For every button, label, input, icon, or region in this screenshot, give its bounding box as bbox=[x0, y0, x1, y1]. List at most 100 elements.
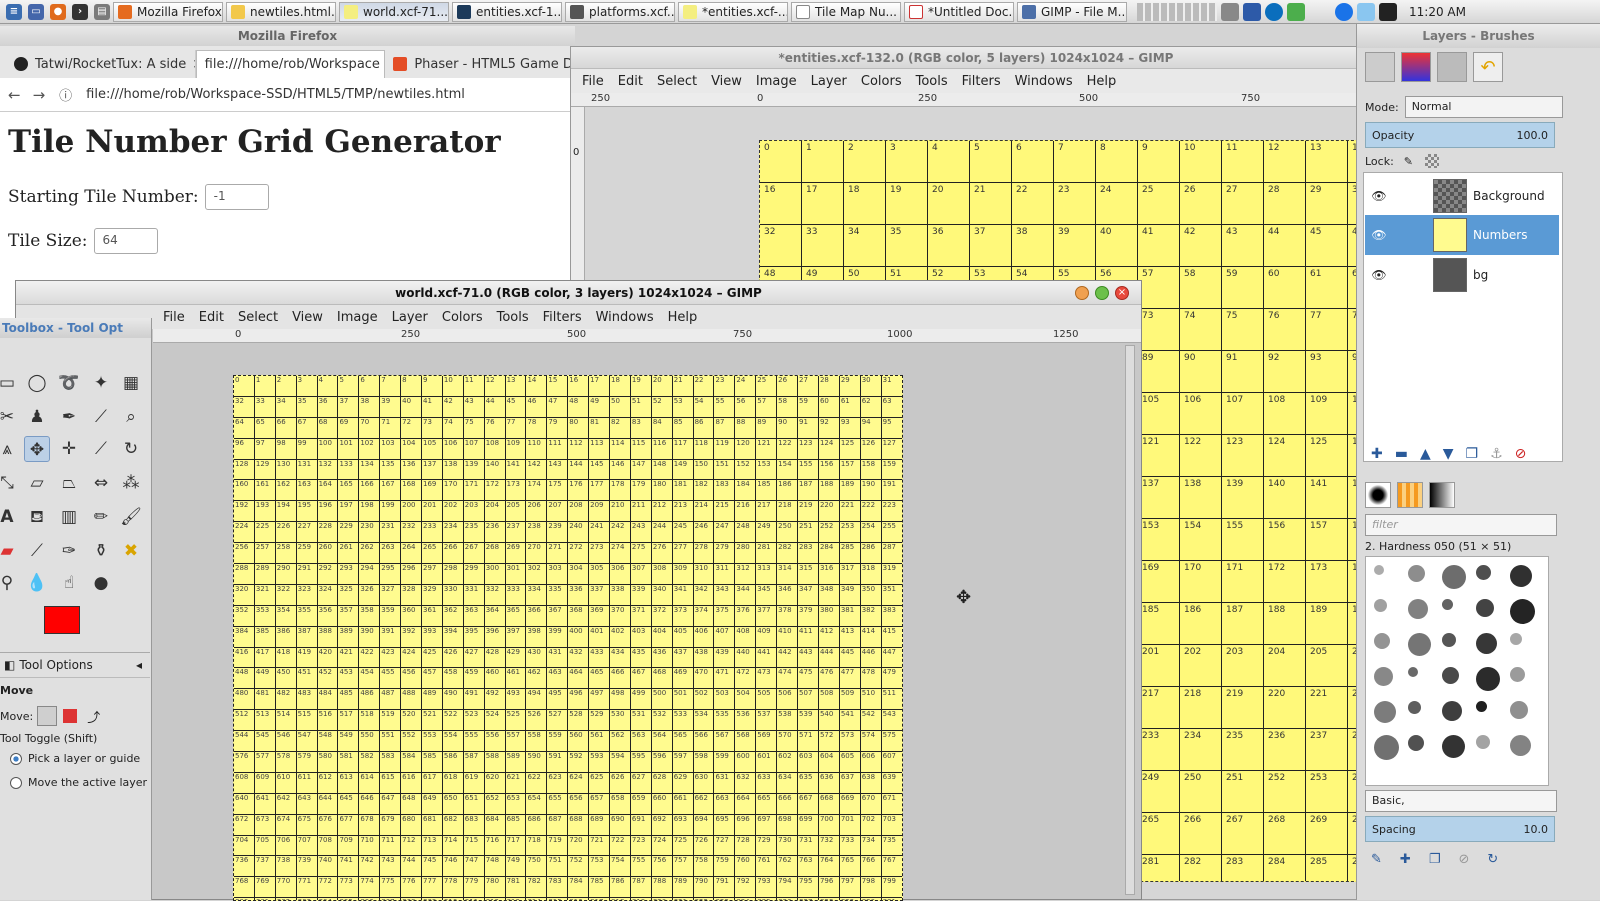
brush-thumbnail[interactable] bbox=[1510, 599, 1535, 624]
rotate-icon[interactable]: ↻ bbox=[118, 436, 144, 462]
clone-icon[interactable]: ⚱ bbox=[88, 538, 114, 564]
tool-options-tab[interactable]: ◧ Tool Options ◂ bbox=[0, 652, 150, 678]
fuzzy-select-icon[interactable]: ✦ bbox=[88, 370, 114, 396]
paths-tab-icon[interactable] bbox=[1437, 52, 1467, 82]
zoom-icon[interactable]: ⌕ bbox=[118, 404, 144, 430]
menu-icon[interactable]: ≡ bbox=[6, 3, 22, 20]
brush-thumbnail[interactable] bbox=[1510, 633, 1522, 645]
raise-layer-icon[interactable]: ▲ bbox=[1420, 446, 1431, 462]
brush-thumbnail[interactable] bbox=[1374, 667, 1393, 686]
move-layer-icon[interactable] bbox=[37, 706, 58, 726]
menu-view[interactable]: View bbox=[711, 74, 742, 89]
menu-file[interactable]: File bbox=[582, 74, 604, 89]
scale-icon[interactable]: ⤡ bbox=[0, 470, 20, 496]
dodge-burn-icon[interactable]: ● bbox=[88, 570, 114, 596]
lock-pixels-icon[interactable]: ✎ bbox=[1404, 155, 1413, 168]
brushes-tab-icon[interactable] bbox=[1365, 482, 1391, 508]
edit-brush-icon[interactable]: ✎ bbox=[1371, 852, 1382, 867]
tab-newtiles[interactable]: file:///home/rob/Workspace× bbox=[195, 50, 386, 78]
world-canvas[interactable]: 0 1 2 3 4 5 6 7 8 9 10 11 12 13 14 15 16 17 18 19 20 21 22 23 24… bbox=[233, 375, 903, 901]
brush-thumbnail[interactable] bbox=[1442, 701, 1462, 721]
layer-bg[interactable]: 👁 bg bbox=[1365, 255, 1559, 295]
layers-tab-icon[interactable] bbox=[1365, 52, 1395, 82]
airbrush-icon[interactable]: ⟋ bbox=[24, 538, 50, 564]
start-number-input[interactable]: -1 bbox=[204, 184, 269, 210]
brush-thumbnail[interactable] bbox=[1476, 667, 1500, 691]
menu-select[interactable]: Select bbox=[657, 74, 697, 89]
patterns-tab-icon[interactable] bbox=[1397, 482, 1423, 508]
workspace-pager[interactable] bbox=[1137, 2, 1217, 21]
brush-filter-input[interactable]: filter bbox=[1365, 514, 1557, 536]
layer-background[interactable]: 👁 Background bbox=[1365, 176, 1559, 216]
bucket-fill-icon[interactable]: ⛾ bbox=[24, 504, 50, 530]
crop-icon[interactable]: ⟋ bbox=[88, 436, 114, 462]
anchor-icon[interactable]: ⚓ bbox=[1490, 446, 1503, 462]
brush-thumbnail[interactable] bbox=[1374, 735, 1399, 760]
brush-thumbnail[interactable] bbox=[1510, 735, 1531, 756]
menu-layer[interactable]: Layer bbox=[392, 310, 428, 325]
menu-image[interactable]: Image bbox=[337, 310, 378, 325]
eraser-icon[interactable]: ▰ bbox=[0, 538, 20, 564]
smudge-icon[interactable]: ☝ bbox=[56, 570, 82, 596]
duplicate-layer-icon[interactable]: ❐ bbox=[1466, 446, 1479, 462]
brush-preset-select[interactable]: Basic, bbox=[1365, 790, 1557, 812]
brush-thumbnail[interactable] bbox=[1510, 667, 1525, 682]
align-icon[interactable]: ✛ bbox=[56, 436, 82, 462]
hp-icon[interactable] bbox=[1265, 2, 1283, 21]
menu-select[interactable]: Select bbox=[238, 310, 278, 325]
brush-thumbnail[interactable] bbox=[1442, 565, 1466, 589]
image-viewer-icon[interactable] bbox=[1357, 2, 1375, 21]
eye-icon[interactable]: 👁 bbox=[1365, 189, 1393, 203]
rect-select-icon[interactable]: ▭ bbox=[0, 370, 20, 396]
new-group-icon[interactable]: ▬ bbox=[1395, 446, 1408, 462]
text-tool-icon[interactable]: A bbox=[0, 504, 20, 530]
delete-layer-icon[interactable]: ⊘ bbox=[1515, 446, 1527, 462]
pencil-icon[interactable]: ✏ bbox=[88, 504, 114, 530]
channels-tab-icon[interactable] bbox=[1401, 52, 1431, 82]
task-tile-map[interactable]: Tile Map Nu... bbox=[791, 1, 901, 22]
paintbrush-icon[interactable]: 🖌 bbox=[118, 504, 144, 530]
brush-thumbnail[interactable] bbox=[1510, 701, 1528, 719]
new-brush-icon[interactable]: ✚ bbox=[1400, 852, 1411, 867]
tab-rockettux[interactable]: Tatwi/RocketTux: A side× bbox=[6, 50, 196, 78]
menu-filters[interactable]: Filters bbox=[962, 74, 1001, 89]
new-layer-icon[interactable]: ✚ bbox=[1371, 446, 1383, 462]
delete-brush-icon[interactable]: ⊘ bbox=[1458, 852, 1469, 867]
option-pick-layer[interactable]: Pick a layer or guide bbox=[10, 752, 140, 765]
brush-thumbnail[interactable] bbox=[1374, 565, 1384, 575]
menu-layer[interactable]: Layer bbox=[811, 74, 847, 89]
brush-thumbnail[interactable] bbox=[1408, 701, 1421, 714]
forward-icon[interactable]: → bbox=[33, 86, 46, 104]
foreground-color-swatch[interactable] bbox=[44, 606, 80, 634]
menu-edit[interactable]: Edit bbox=[618, 74, 643, 89]
menu-colors[interactable]: Colors bbox=[442, 310, 483, 325]
foreground-select-icon[interactable]: ♟ bbox=[24, 404, 50, 430]
menu-windows[interactable]: Windows bbox=[1015, 74, 1073, 89]
menu-windows[interactable]: Windows bbox=[596, 310, 654, 325]
shield-icon[interactable] bbox=[1287, 2, 1305, 21]
brush-thumbnail[interactable] bbox=[1374, 701, 1396, 723]
menu-colors[interactable]: Colors bbox=[861, 74, 902, 89]
url-bar[interactable]: file:///home/rob/Workspace-SSD/HTML5/TMP… bbox=[86, 87, 465, 102]
ellipse-select-icon[interactable]: ◯ bbox=[24, 370, 50, 396]
back-icon[interactable]: ← bbox=[8, 86, 21, 104]
menu-tools[interactable]: Tools bbox=[497, 310, 529, 325]
measure-icon[interactable]: ⩓ bbox=[0, 436, 20, 462]
tile-size-input[interactable]: 64 bbox=[93, 228, 158, 254]
volume-icon[interactable] bbox=[1221, 2, 1239, 21]
minimize-button[interactable] bbox=[1075, 286, 1089, 300]
menu-image[interactable]: Image bbox=[756, 74, 797, 89]
color-picker-icon[interactable]: ⟋ bbox=[88, 404, 114, 430]
undo-history-tab-icon[interactable]: ↶ bbox=[1473, 52, 1503, 82]
option-move-active[interactable]: Move the active layer bbox=[10, 776, 147, 789]
terminal-icon[interactable] bbox=[1379, 2, 1397, 21]
close-icon[interactable]: × bbox=[186, 57, 194, 72]
refresh-brushes-icon[interactable]: ↻ bbox=[1487, 852, 1498, 867]
close-button[interactable]: × bbox=[1115, 286, 1129, 300]
eye-icon[interactable]: 👁 bbox=[1365, 268, 1393, 282]
lasso-icon[interactable]: ➰ bbox=[56, 370, 82, 396]
move-path-icon[interactable]: ⤴ bbox=[87, 707, 100, 726]
gradient-icon[interactable]: ▥ bbox=[56, 504, 82, 530]
menu-edit[interactable]: Edit bbox=[199, 310, 224, 325]
ink-icon[interactable]: ✑ bbox=[56, 538, 82, 564]
